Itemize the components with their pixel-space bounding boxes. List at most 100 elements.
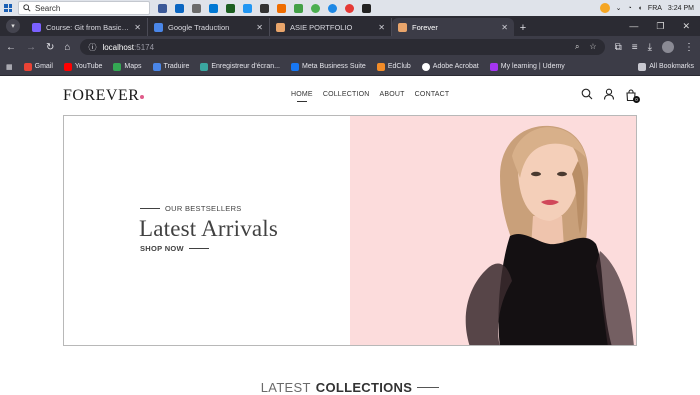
url-host: localhost (102, 42, 135, 52)
section-title-bold: COLLECTIONS (315, 380, 413, 395)
apps-grid-icon[interactable]: ▦ (6, 63, 13, 71)
acrobat-icon (421, 62, 430, 71)
hero-banner: OUR BESTSELLERS Latest Arrivals SHOP NOW (63, 115, 637, 346)
close-tab-icon[interactable]: ✕ (256, 23, 263, 32)
nav-label: CONTACT (414, 91, 450, 98)
nav-label: HOME (291, 91, 313, 98)
taskbar-app-icon[interactable] (260, 3, 269, 13)
screen-recorder-icon (200, 62, 209, 71)
bookmark-traduire[interactable]: Traduire (152, 62, 189, 71)
bookmark-youtube[interactable]: YouTube (63, 62, 102, 71)
tab-favicon-icon (276, 22, 285, 32)
edge-taskbar-icon[interactable] (328, 3, 337, 13)
clock[interactable]: 3:24 PM (668, 5, 694, 12)
forward-icon[interactable]: → (26, 42, 36, 53)
nav-contact[interactable]: CONTACT (415, 91, 450, 102)
url-port: :5174 (134, 42, 155, 52)
downloads-icon[interactable]: ⤓ (648, 42, 652, 53)
cart-button[interactable]: 0 (625, 88, 640, 103)
wifi-icon[interactable]: ◔ (627, 5, 631, 12)
taskbar-app-icon[interactable] (243, 3, 252, 13)
site-info-icon[interactable]: ⓘ (88, 42, 96, 53)
logo-dot (140, 95, 145, 99)
nav-label: ABOUT (379, 91, 405, 98)
taskbar-app-icon[interactable] (158, 3, 167, 13)
taskbar-app-icon[interactable] (277, 3, 286, 13)
browser-tab-active[interactable]: Forever ✕ (392, 18, 514, 36)
user-icon[interactable] (603, 88, 615, 100)
tab-title: Google Traduction (168, 22, 230, 32)
cart-count-badge: 0 (633, 96, 640, 103)
browser-tab-strip: ▾ Course: Git from Basics to Advanced ✕ … (0, 16, 700, 36)
extensions-icon[interactable]: ⧉ (615, 42, 622, 53)
windows-start-icon[interactable] (0, 0, 16, 16)
tab-title: Forever (412, 22, 438, 32)
new-tab-button[interactable]: + (514, 22, 532, 34)
close-tab-icon[interactable]: ✕ (134, 23, 141, 32)
hero-eyebrow: OUR BESTSELLERS (140, 204, 278, 213)
bookmark-edclub[interactable]: EdClub (376, 62, 411, 71)
nav-collection[interactable]: COLLECTION (323, 91, 370, 102)
maps-icon (113, 62, 122, 71)
shop-now-link[interactable]: SHOP NOW (140, 244, 278, 253)
main-nav: HOME COLLECTION ABOUT CONTACT (291, 91, 449, 102)
bookmark-label: My learning | Udemy (500, 63, 565, 70)
volume-icon[interactable]: ◖ (638, 5, 642, 12)
gmail-icon (23, 62, 32, 71)
browser-toolbar: ← → ↻ ⌂ ⓘ localhost:5174 ⌕ ☆ ⧉ ≡ ⤓ ⋮ (0, 36, 700, 58)
browser-tab[interactable]: Google Traduction ✕ (148, 18, 270, 36)
taskbar-app-icon[interactable] (226, 3, 235, 13)
tab-search-icon[interactable]: ▾ (6, 19, 20, 33)
close-tab-icon[interactable]: ✕ (378, 23, 385, 32)
taskbar-app-icon[interactable] (175, 3, 184, 13)
site-logo[interactable]: FOREVER (63, 87, 145, 105)
language-indicator[interactable]: FRA (648, 5, 662, 12)
tab-title: ASIE PORTFOLIO (290, 22, 353, 32)
browser-tab[interactable]: ASIE PORTFOLIO ✕ (270, 18, 392, 36)
bookmark-maps[interactable]: Maps (113, 62, 142, 71)
bookmark-star-icon[interactable]: ☆ (589, 42, 596, 52)
bookmark-adobe-acrobat[interactable]: Adobe Acrobat (421, 62, 479, 71)
menu-icon[interactable]: ⋮ (684, 42, 694, 53)
weather-icon[interactable] (599, 3, 610, 13)
minimize-icon[interactable]: — (629, 21, 638, 32)
divider-line (188, 248, 209, 249)
taskbar-search-label: Search (35, 3, 61, 13)
reload-icon[interactable]: ↻ (46, 42, 54, 53)
search-icon[interactable] (581, 88, 593, 100)
chrome-taskbar-icon[interactable] (345, 3, 354, 13)
hero-headline: Latest Arrivals (139, 216, 279, 241)
restore-icon[interactable]: ❐ (656, 21, 664, 32)
all-bookmarks[interactable]: All Bookmarks (638, 62, 694, 71)
bookmark-label: Maps (124, 63, 142, 70)
search-icon (23, 4, 31, 12)
nav-about[interactable]: ABOUT (380, 91, 405, 102)
chrome-taskbar-icon[interactable] (311, 3, 320, 13)
bookmark-gmail[interactable]: Gmail (23, 62, 53, 71)
taskbar-app-icon[interactable] (209, 3, 218, 13)
bookmark-screen-recorder[interactable]: Enregistreur d'écran... (200, 62, 280, 71)
close-tab-icon[interactable]: ✕ (501, 23, 508, 32)
close-window-icon[interactable]: ✕ (682, 21, 690, 32)
tab-favicon-icon (32, 22, 41, 32)
tab-favicon-icon (398, 22, 407, 32)
udemy-icon (489, 62, 498, 71)
media-icon[interactable]: ≡ (632, 42, 638, 53)
bookmark-label: Adobe Acrobat (432, 63, 479, 70)
nav-home[interactable]: HOME (291, 91, 313, 102)
terminal-taskbar-icon[interactable] (362, 3, 371, 13)
browser-tab[interactable]: Course: Git from Basics to Advanced ✕ (26, 18, 148, 36)
zoom-icon[interactable]: ⌕ (575, 42, 579, 52)
profile-avatar[interactable] (662, 41, 674, 53)
eyebrow-text: OUR BESTSELLERS (165, 204, 242, 213)
chevron-up-icon[interactable]: ⌄ (616, 4, 622, 12)
taskbar-search[interactable]: Search (18, 1, 150, 15)
back-icon[interactable]: ← (6, 42, 16, 53)
home-icon[interactable]: ⌂ (64, 42, 70, 53)
site-header: FOREVER HOME COLLECTION ABOUT CONTACT 0 (63, 86, 640, 106)
bookmark-udemy[interactable]: My learning | Udemy (489, 62, 565, 71)
taskbar-app-icon[interactable] (192, 3, 201, 13)
taskbar-app-icon[interactable] (294, 3, 303, 13)
bookmark-meta-business[interactable]: Meta Business Suite (291, 62, 366, 71)
address-bar[interactable]: ⓘ localhost:5174 ⌕ ☆ (80, 39, 605, 55)
